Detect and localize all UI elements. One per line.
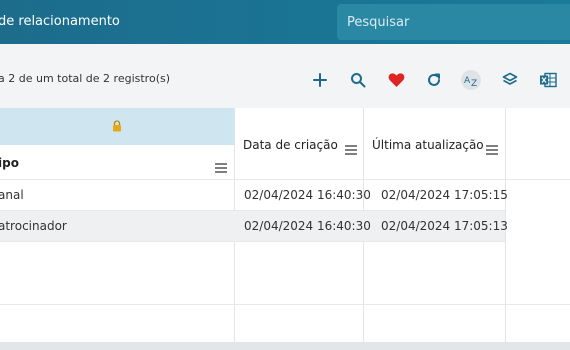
page-title: de relacionamento bbox=[0, 14, 120, 29]
layers-icon[interactable] bbox=[498, 68, 522, 92]
column-menu-icon[interactable] bbox=[215, 158, 227, 177]
search-input[interactable] bbox=[337, 4, 570, 40]
record-count: a 2 de um total de 2 registro(s) bbox=[0, 72, 171, 85]
top-bar: de relacionamento bbox=[0, 0, 570, 44]
excel-icon[interactable] bbox=[536, 68, 560, 92]
cell-tipo: atrocinador bbox=[0, 219, 67, 233]
frozen-column-band bbox=[0, 108, 234, 145]
svg-text:Z: Z bbox=[471, 79, 477, 89]
lock-icon bbox=[112, 117, 122, 136]
column-menu-icon[interactable] bbox=[486, 140, 498, 159]
column-header-updated[interactable]: Última atualização bbox=[372, 138, 484, 152]
cell-tipo: anal bbox=[0, 188, 24, 202]
svg-text:A: A bbox=[464, 76, 471, 86]
horizontal-scrollbar[interactable] bbox=[0, 342, 570, 350]
plus-icon[interactable] bbox=[308, 68, 332, 92]
table-row[interactable]: anal 02/04/2024 16:40:30 02/04/2024 17:0… bbox=[0, 180, 508, 211]
cell-updated: 02/04/2024 17:05:13 bbox=[381, 219, 508, 233]
cell-created: 02/04/2024 16:40:30 bbox=[244, 219, 371, 233]
cell-updated: 02/04/2024 17:05:15 bbox=[381, 188, 508, 202]
cell-created: 02/04/2024 16:40:30 bbox=[244, 188, 371, 202]
table-row[interactable]: atrocinador 02/04/2024 16:40:30 02/04/20… bbox=[0, 211, 508, 242]
heart-icon[interactable] bbox=[384, 68, 408, 92]
search-box[interactable] bbox=[337, 4, 570, 40]
column-header-created[interactable]: Data de criação bbox=[243, 138, 338, 152]
data-grid: ipo Data de criação Última atualização a… bbox=[0, 108, 570, 350]
refresh-icon[interactable] bbox=[422, 68, 446, 92]
empty-row-divider bbox=[0, 304, 570, 305]
column-menu-icon[interactable] bbox=[345, 140, 357, 159]
search-icon[interactable] bbox=[346, 68, 370, 92]
column-header-tipo[interactable]: ipo bbox=[0, 156, 19, 170]
sort-az-icon[interactable]: AZ bbox=[459, 68, 483, 92]
toolbar: a 2 de um total de 2 registro(s) AZ bbox=[0, 58, 570, 102]
